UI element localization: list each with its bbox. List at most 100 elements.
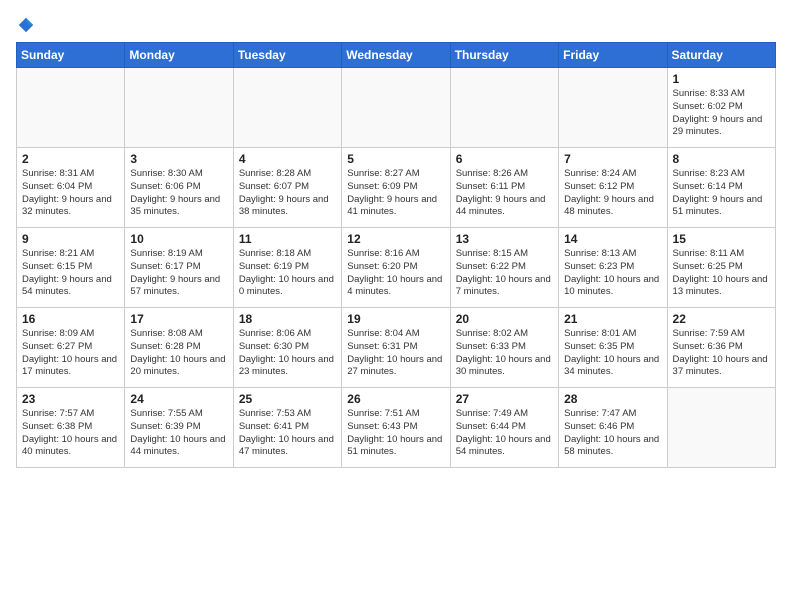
calendar-cell: 12 Sunrise: 8:16 AM Sunset: 6:20 PM Dayli… (342, 228, 450, 308)
day-number: 28 (564, 392, 661, 406)
day-number: 7 (564, 152, 661, 166)
calendar-cell: 14 Sunrise: 8:13 AM Sunset: 6:23 PM Dayli… (559, 228, 667, 308)
calendar-week-1: 1 Sunrise: 8:33 AM Sunset: 6:02 PM Daylig… (17, 68, 776, 148)
day-number: 11 (239, 232, 336, 246)
col-header-thursday: Thursday (450, 43, 558, 68)
day-info: Sunrise: 8:09 AM Sunset: 6:27 PM Dayligh… (22, 328, 119, 379)
day-info: Sunrise: 8:02 AM Sunset: 6:33 PM Dayligh… (456, 328, 553, 379)
day-info: Sunrise: 8:30 AM Sunset: 6:06 PM Dayligh… (130, 168, 227, 219)
day-info: Sunrise: 8:23 AM Sunset: 6:14 PM Dayligh… (673, 168, 770, 219)
calendar-cell: 4 Sunrise: 8:28 AM Sunset: 6:07 PM Daylig… (233, 148, 341, 228)
day-number: 18 (239, 312, 336, 326)
day-info: Sunrise: 8:24 AM Sunset: 6:12 PM Dayligh… (564, 168, 661, 219)
day-number: 25 (239, 392, 336, 406)
day-info: Sunrise: 8:04 AM Sunset: 6:31 PM Dayligh… (347, 328, 444, 379)
calendar-cell: 26 Sunrise: 7:51 AM Sunset: 6:43 PM Dayli… (342, 388, 450, 468)
day-info: Sunrise: 8:15 AM Sunset: 6:22 PM Dayligh… (456, 248, 553, 299)
calendar-cell (17, 68, 125, 148)
day-info: Sunrise: 8:13 AM Sunset: 6:23 PM Dayligh… (564, 248, 661, 299)
col-header-wednesday: Wednesday (342, 43, 450, 68)
day-info: Sunrise: 8:16 AM Sunset: 6:20 PM Dayligh… (347, 248, 444, 299)
day-info: Sunrise: 8:27 AM Sunset: 6:09 PM Dayligh… (347, 168, 444, 219)
day-number: 24 (130, 392, 227, 406)
day-info: Sunrise: 7:55 AM Sunset: 6:39 PM Dayligh… (130, 408, 227, 459)
calendar-cell: 25 Sunrise: 7:53 AM Sunset: 6:41 PM Dayli… (233, 388, 341, 468)
calendar-cell (342, 68, 450, 148)
calendar-week-2: 2Sunrise: 8:31 AM Sunset: 6:04 PM Daylig… (17, 148, 776, 228)
day-number: 16 (22, 312, 119, 326)
calendar-week-5: 23Sunrise: 7:57 AM Sunset: 6:38 PM Dayli… (17, 388, 776, 468)
calendar-cell (233, 68, 341, 148)
day-number: 17 (130, 312, 227, 326)
calendar-cell: 24 Sunrise: 7:55 AM Sunset: 6:39 PM Dayli… (125, 388, 233, 468)
calendar-header-row: SundayMondayTuesdayWednesdayThursdayFrid… (17, 43, 776, 68)
calendar-cell: 16 Sunrise: 8:09 AM Sunset: 6:27 PM Dayli… (17, 308, 125, 388)
calendar-cell: 21Sunrise: 8:01 AM Sunset: 6:35 PM Dayli… (559, 308, 667, 388)
day-number: 4 (239, 152, 336, 166)
day-number: 14 (564, 232, 661, 246)
calendar-week-4: 16 Sunrise: 8:09 AM Sunset: 6:27 PM Dayli… (17, 308, 776, 388)
day-number: 9 (22, 232, 119, 246)
calendar-cell: 18 Sunrise: 8:06 AM Sunset: 6:30 PM Dayli… (233, 308, 341, 388)
day-number: 1 (673, 72, 770, 86)
day-number: 27 (456, 392, 553, 406)
calendar-cell: 23Sunrise: 7:57 AM Sunset: 6:38 PM Dayli… (17, 388, 125, 468)
day-info: Sunrise: 8:11 AM Sunset: 6:25 PM Dayligh… (673, 248, 770, 299)
day-info: Sunrise: 8:08 AM Sunset: 6:28 PM Dayligh… (130, 328, 227, 379)
day-number: 5 (347, 152, 444, 166)
day-number: 13 (456, 232, 553, 246)
day-number: 12 (347, 232, 444, 246)
calendar-cell: 15 Sunrise: 8:11 AM Sunset: 6:25 PM Dayli… (667, 228, 775, 308)
calendar-table: SundayMondayTuesdayWednesdayThursdayFrid… (16, 42, 776, 468)
day-info: Sunrise: 8:19 AM Sunset: 6:17 PM Dayligh… (130, 248, 227, 299)
logo-icon (17, 16, 35, 34)
day-info: Sunrise: 8:01 AM Sunset: 6:35 PM Dayligh… (564, 328, 661, 379)
calendar-cell: 9 Sunrise: 8:21 AM Sunset: 6:15 PM Daylig… (17, 228, 125, 308)
calendar-cell (450, 68, 558, 148)
calendar-cell (125, 68, 233, 148)
calendar-cell: 17 Sunrise: 8:08 AM Sunset: 6:28 PM Dayli… (125, 308, 233, 388)
calendar-cell: 7 Sunrise: 8:24 AM Sunset: 6:12 PM Daylig… (559, 148, 667, 228)
calendar-cell: 28 Sunrise: 7:47 AM Sunset: 6:46 PM Dayli… (559, 388, 667, 468)
calendar-cell: 13 Sunrise: 8:15 AM Sunset: 6:22 PM Dayli… (450, 228, 558, 308)
col-header-saturday: Saturday (667, 43, 775, 68)
col-header-monday: Monday (125, 43, 233, 68)
day-number: 20 (456, 312, 553, 326)
page-header (16, 16, 776, 34)
day-info: Sunrise: 8:28 AM Sunset: 6:07 PM Dayligh… (239, 168, 336, 219)
calendar-week-3: 9 Sunrise: 8:21 AM Sunset: 6:15 PM Daylig… (17, 228, 776, 308)
day-number: 22 (673, 312, 770, 326)
day-number: 26 (347, 392, 444, 406)
calendar-cell: 6Sunrise: 8:26 AM Sunset: 6:11 PM Daylig… (450, 148, 558, 228)
day-info: Sunrise: 7:47 AM Sunset: 6:46 PM Dayligh… (564, 408, 661, 459)
calendar-cell: 2Sunrise: 8:31 AM Sunset: 6:04 PM Daylig… (17, 148, 125, 228)
day-info: Sunrise: 8:31 AM Sunset: 6:04 PM Dayligh… (22, 168, 119, 219)
day-info: Sunrise: 7:49 AM Sunset: 6:44 PM Dayligh… (456, 408, 553, 459)
day-number: 15 (673, 232, 770, 246)
calendar-cell: 27 Sunrise: 7:49 AM Sunset: 6:44 PM Dayli… (450, 388, 558, 468)
day-info: Sunrise: 8:18 AM Sunset: 6:19 PM Dayligh… (239, 248, 336, 299)
calendar-cell: 8Sunrise: 8:23 AM Sunset: 6:14 PM Daylig… (667, 148, 775, 228)
day-info: Sunrise: 7:51 AM Sunset: 6:43 PM Dayligh… (347, 408, 444, 459)
day-number: 19 (347, 312, 444, 326)
day-info: Sunrise: 7:59 AM Sunset: 6:36 PM Dayligh… (673, 328, 770, 379)
col-header-tuesday: Tuesday (233, 43, 341, 68)
calendar-cell: 1 Sunrise: 8:33 AM Sunset: 6:02 PM Daylig… (667, 68, 775, 148)
calendar-cell: 3 Sunrise: 8:30 AM Sunset: 6:06 PM Daylig… (125, 148, 233, 228)
calendar-cell: 5 Sunrise: 8:27 AM Sunset: 6:09 PM Daylig… (342, 148, 450, 228)
day-number: 10 (130, 232, 227, 246)
day-info: Sunrise: 7:57 AM Sunset: 6:38 PM Dayligh… (22, 408, 119, 459)
day-number: 3 (130, 152, 227, 166)
calendar-cell: 22 Sunrise: 7:59 AM Sunset: 6:36 PM Dayli… (667, 308, 775, 388)
day-info: Sunrise: 8:33 AM Sunset: 6:02 PM Dayligh… (673, 88, 770, 139)
calendar-cell: 20 Sunrise: 8:02 AM Sunset: 6:33 PM Dayli… (450, 308, 558, 388)
col-header-sunday: Sunday (17, 43, 125, 68)
calendar-cell: 19 Sunrise: 8:04 AM Sunset: 6:31 PM Dayli… (342, 308, 450, 388)
day-info: Sunrise: 8:26 AM Sunset: 6:11 PM Dayligh… (456, 168, 553, 219)
calendar-cell (667, 388, 775, 468)
day-info: Sunrise: 8:06 AM Sunset: 6:30 PM Dayligh… (239, 328, 336, 379)
day-info: Sunrise: 8:21 AM Sunset: 6:15 PM Dayligh… (22, 248, 119, 299)
calendar-cell (559, 68, 667, 148)
day-info: Sunrise: 7:53 AM Sunset: 6:41 PM Dayligh… (239, 408, 336, 459)
calendar-cell: 10 Sunrise: 8:19 AM Sunset: 6:17 PM Dayli… (125, 228, 233, 308)
